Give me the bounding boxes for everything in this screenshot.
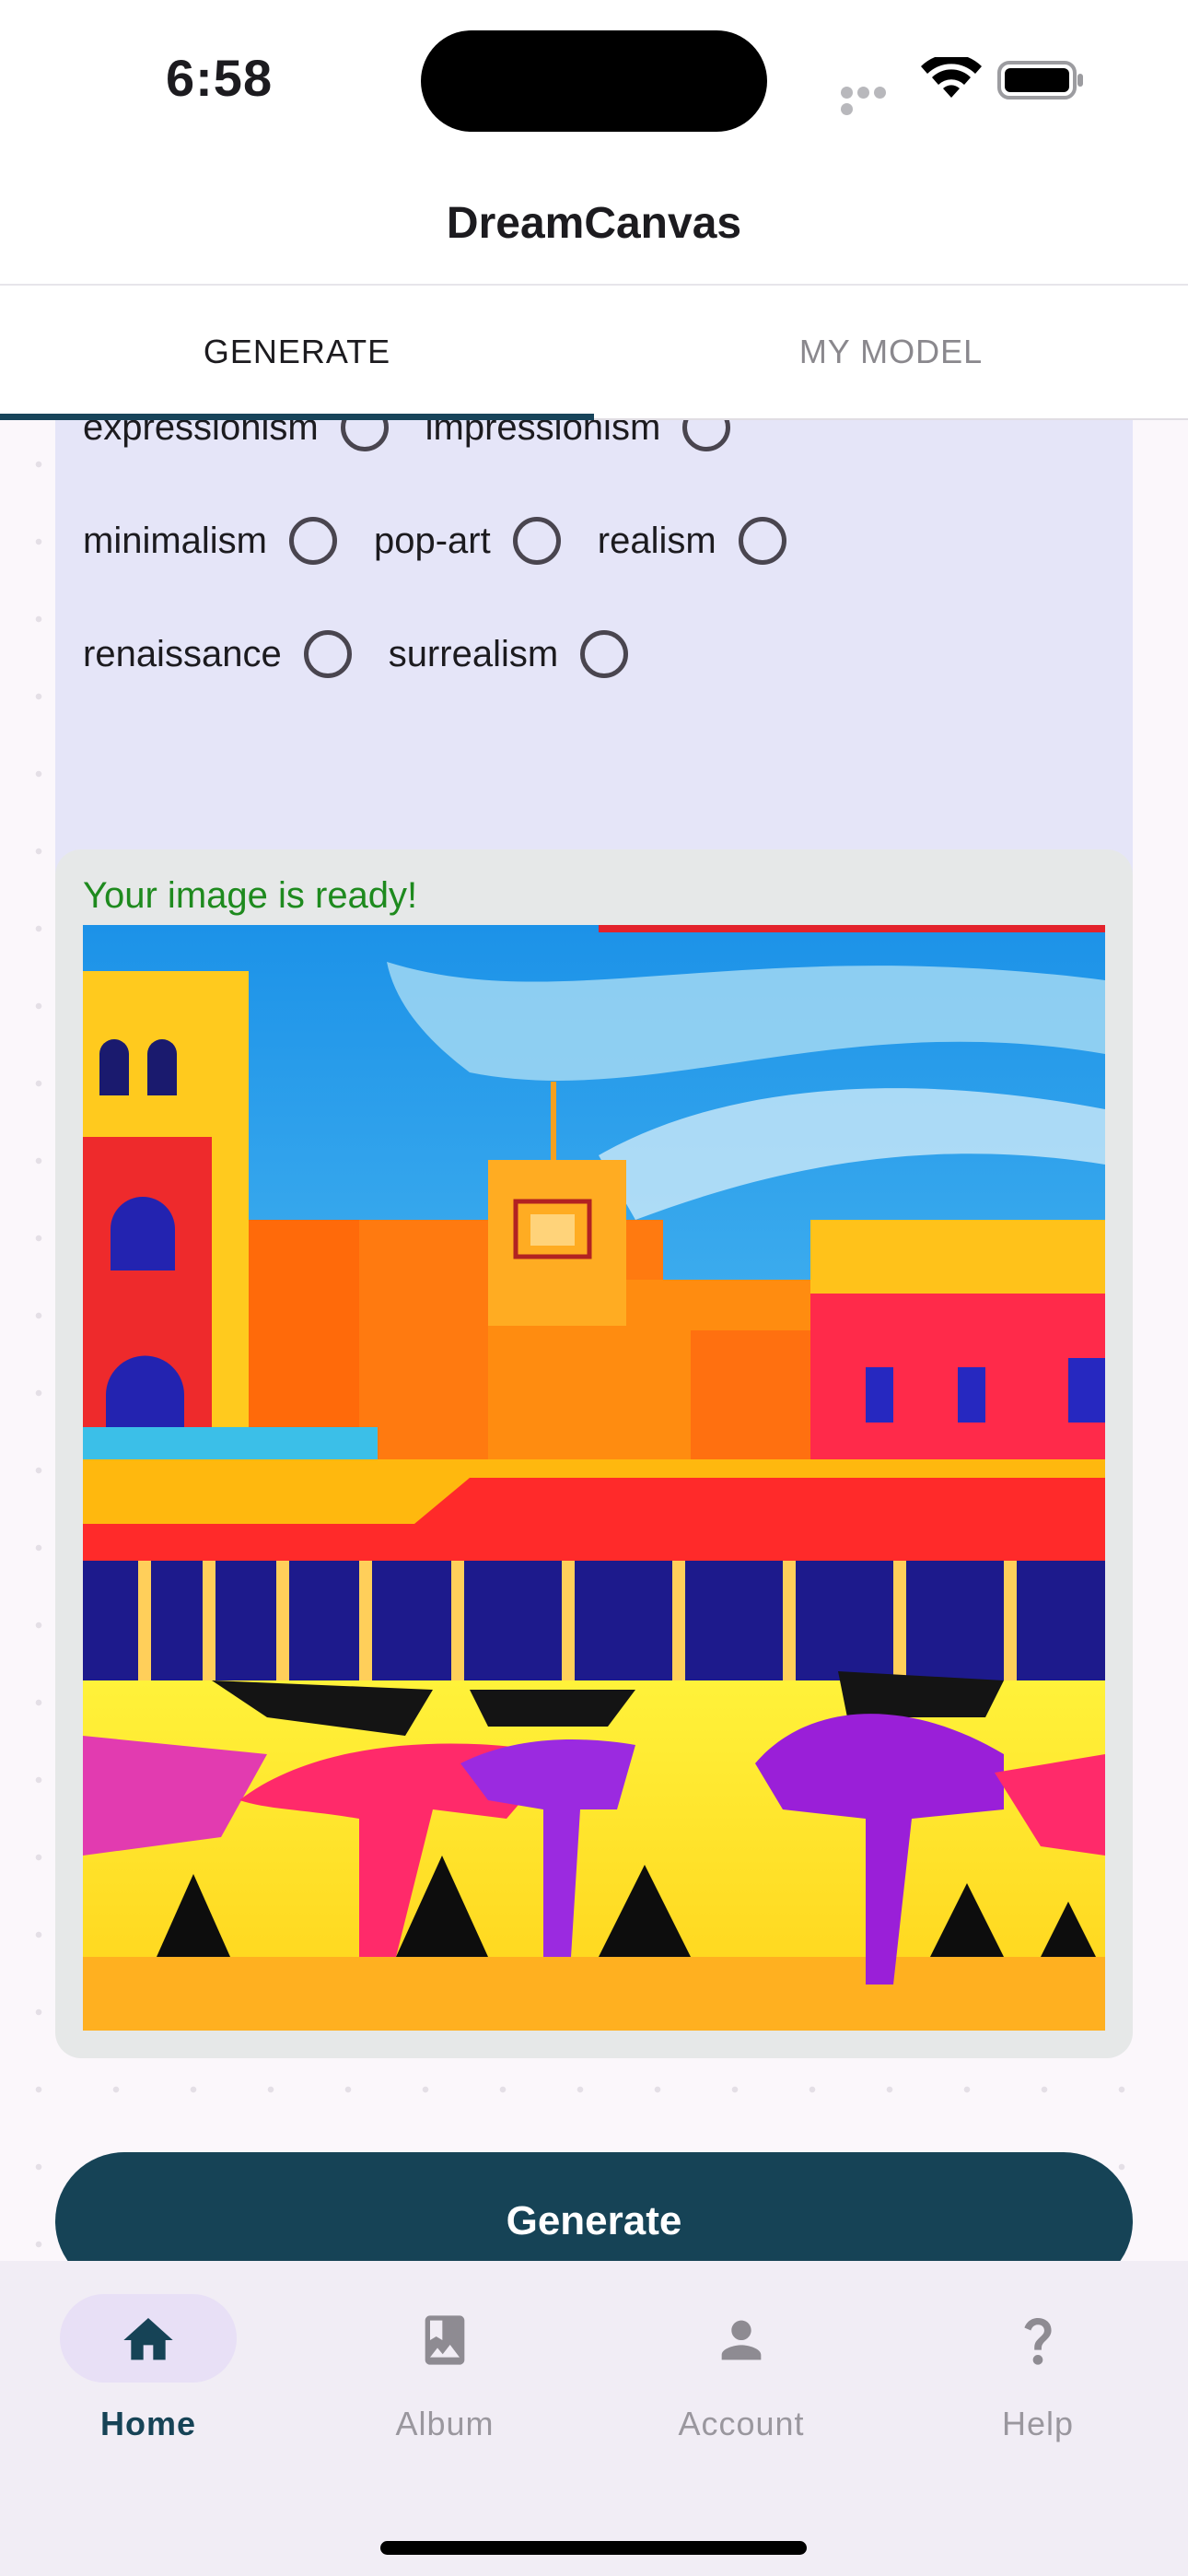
radio-label: renaissance (83, 633, 282, 674)
bottom-navigation: Home Album Account Help (0, 2261, 1188, 2576)
tab-my-model[interactable]: MY MODEL (594, 286, 1188, 418)
generate-button[interactable]: Generate (55, 2152, 1133, 2261)
radio-button[interactable] (303, 630, 352, 678)
app-bar: DreamCanvas (0, 166, 1188, 286)
radio-label: pop-art (374, 520, 491, 561)
wifi-icon (921, 57, 982, 98)
home-icon (123, 2318, 173, 2360)
generated-image-artwork (83, 925, 1105, 2031)
result-status: Your image is ready! (83, 875, 418, 916)
status-time: 6:58 (166, 49, 274, 107)
generate-content[interactable]: expressionism impressionism minimalism p… (0, 420, 1188, 2261)
battery-icon (997, 61, 1083, 100)
radio-label: expressionism (83, 420, 319, 448)
generated-image[interactable] (83, 925, 1105, 2031)
result-card: Your image is ready! (55, 849, 1133, 2058)
nav-item-album[interactable]: Album (297, 2294, 593, 2460)
nav-label: Help (1001, 2405, 1075, 2442)
style-row: expressionism impressionism (83, 420, 767, 464)
style-option-realism[interactable]: realism (598, 517, 786, 565)
radio-label: realism (597, 520, 716, 561)
home-indicator (380, 2541, 807, 2555)
account-icon (721, 2320, 762, 2360)
style-option-pop-art[interactable]: pop-art (374, 517, 561, 565)
style-option-minimalism[interactable]: minimalism (83, 517, 337, 565)
album-icon (425, 2315, 465, 2365)
style-row: minimalism pop-art realism (83, 504, 823, 578)
nav-item-home[interactable]: Home (0, 2294, 297, 2460)
radio-button[interactable] (738, 517, 786, 565)
style-option-renaissance[interactable]: renaissance (83, 630, 352, 678)
status-bar: 6:58 (0, 0, 1188, 166)
radio-label: surrealism (388, 633, 559, 674)
nav-label: Album (395, 2405, 495, 2442)
tab-bar: GENERATE MY MODEL (0, 286, 1188, 420)
cellular-signal-icon (841, 87, 905, 115)
nav-item-help[interactable]: Help (890, 2294, 1186, 2460)
radio-label: minimalism (83, 520, 267, 561)
style-option-surrealism[interactable]: surrealism (388, 630, 629, 678)
app-title: DreamCanvas (446, 199, 742, 248)
dynamic-island (421, 30, 767, 132)
tab-generate[interactable]: GENERATE (0, 286, 594, 418)
nav-label: Account (678, 2405, 805, 2442)
tab-indicator (0, 414, 594, 420)
radio-button[interactable] (580, 630, 629, 678)
nav-label: Home (99, 2405, 197, 2442)
style-row: renaissance surrealism (83, 617, 665, 691)
help-icon (1024, 2318, 1052, 2365)
style-option-expressionism[interactable]: expressionism (83, 420, 389, 451)
radio-button[interactable] (289, 517, 337, 565)
radio-button[interactable] (682, 420, 731, 451)
radio-button[interactable] (340, 420, 389, 451)
nav-item-account[interactable]: Account (593, 2294, 890, 2460)
radio-button[interactable] (512, 517, 561, 565)
radio-label: impressionism (425, 420, 661, 448)
style-option-impressionism[interactable]: impressionism (425, 420, 731, 451)
